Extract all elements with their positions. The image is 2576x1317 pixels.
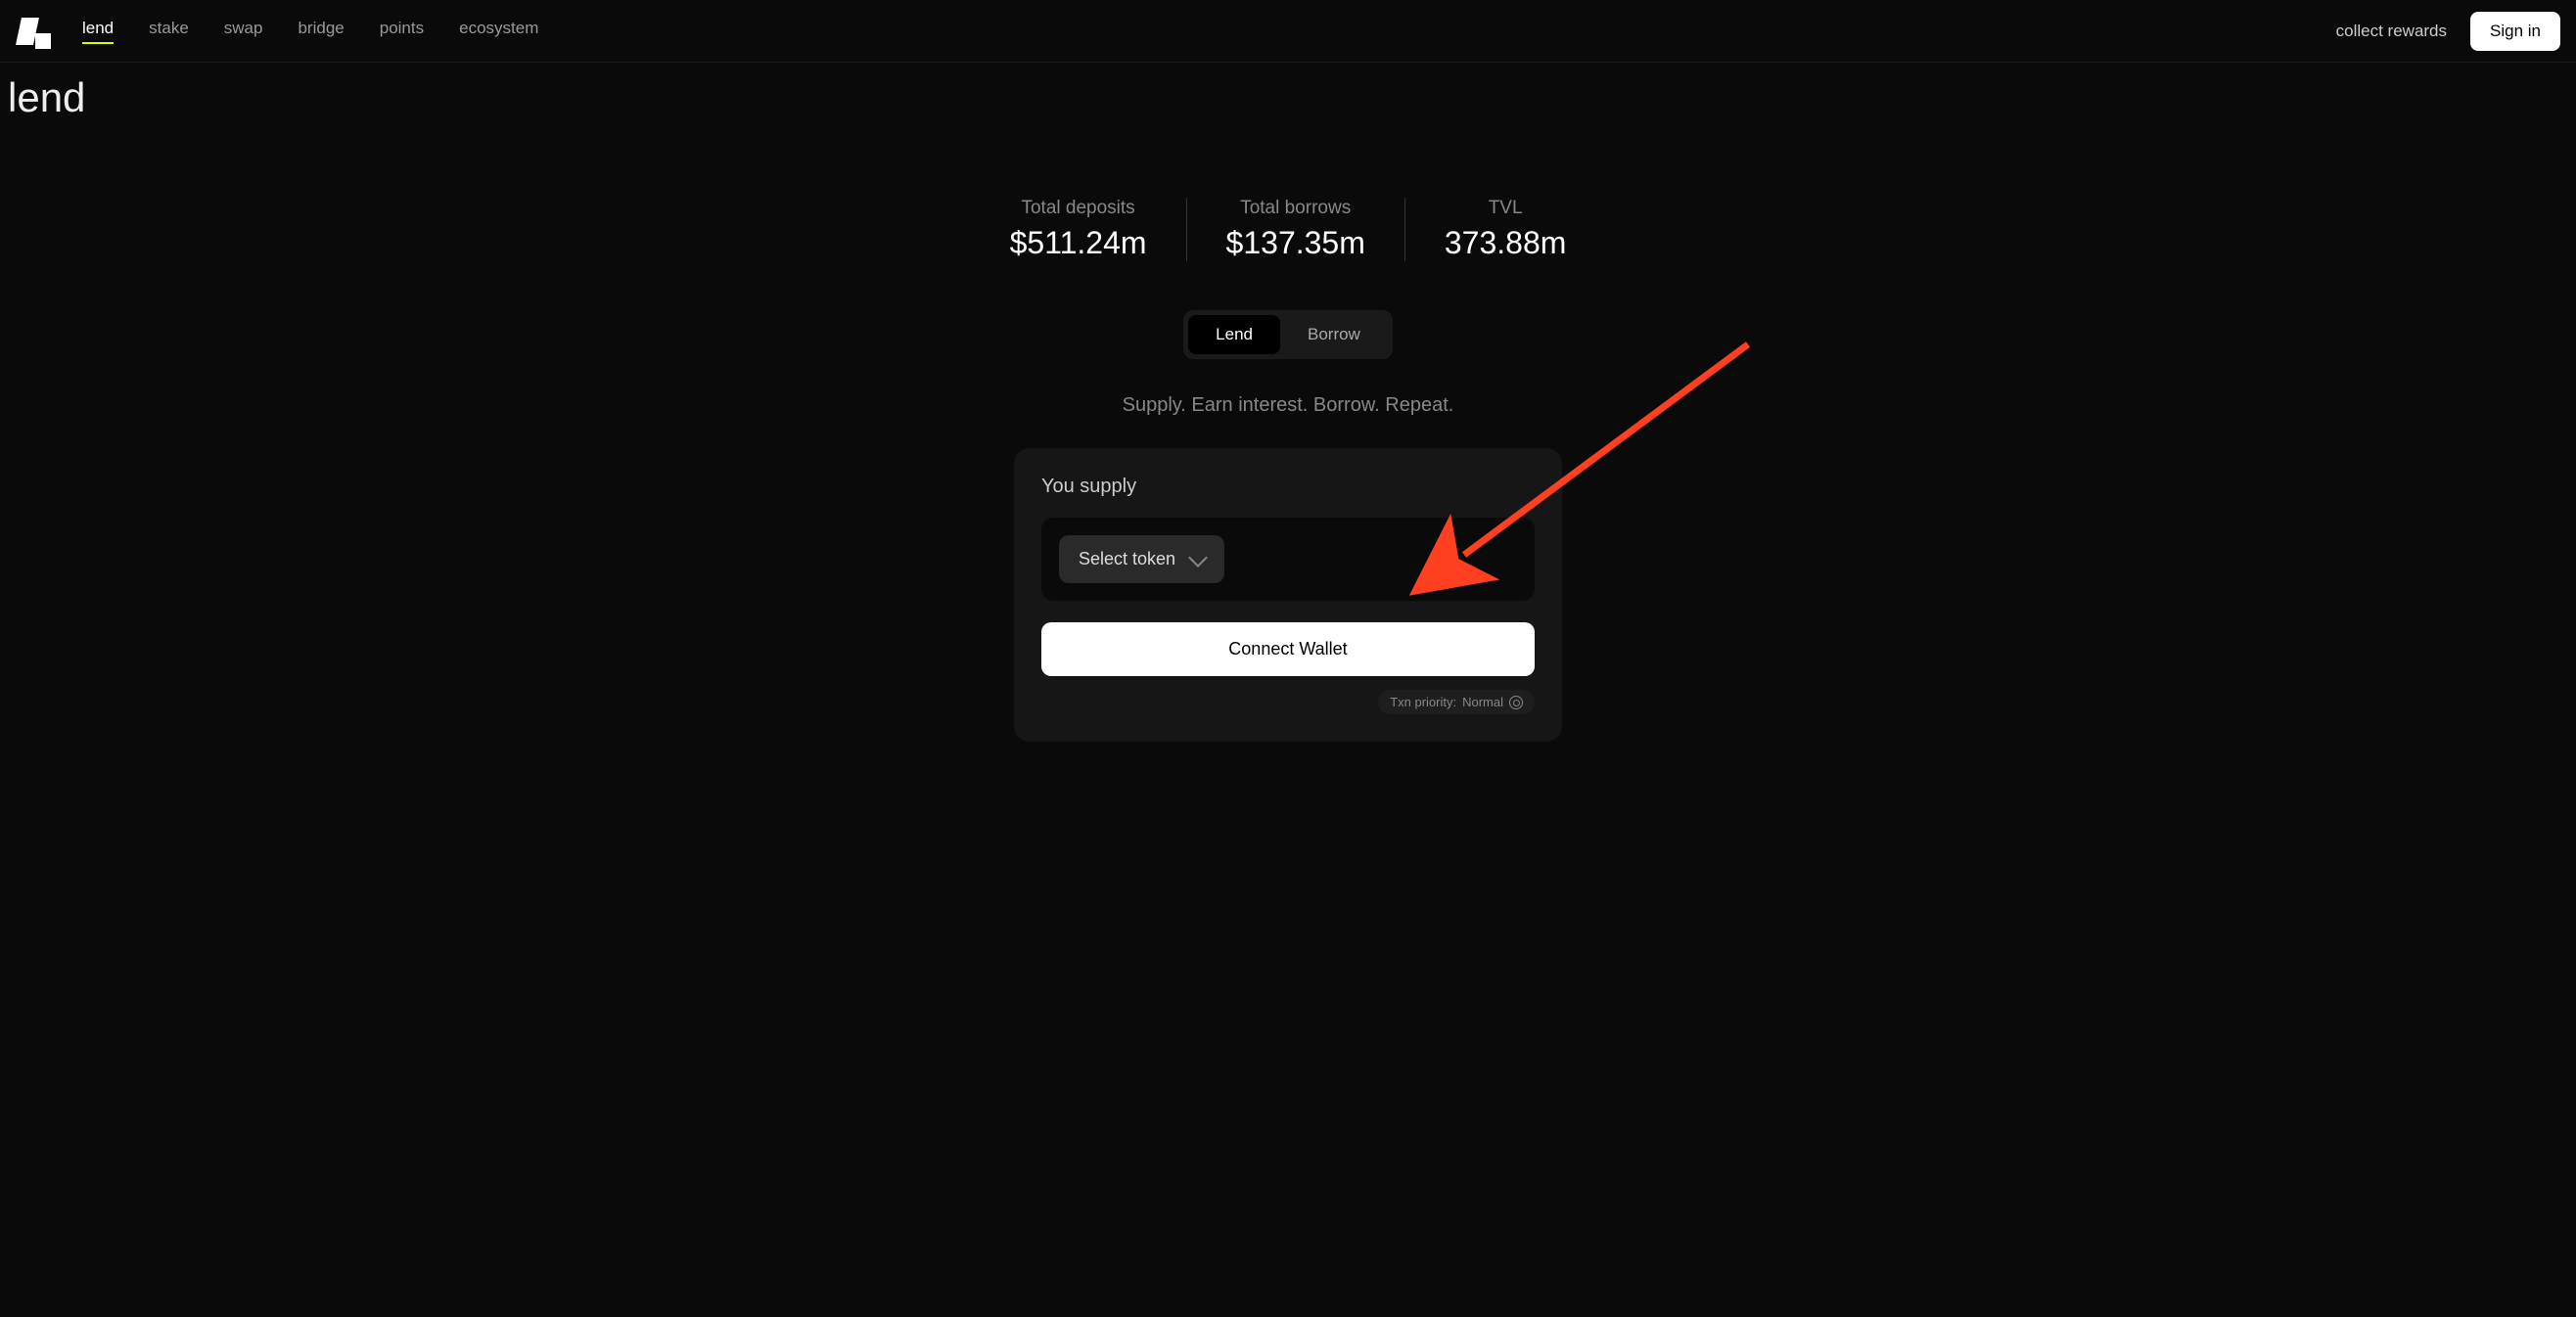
txn-priority-button[interactable]: Txn priority: Normal <box>1378 690 1535 714</box>
supply-label: You supply <box>1041 476 1535 498</box>
nav-item-points[interactable]: points <box>380 19 424 44</box>
header-right: collect rewards Sign in <box>2336 12 2560 51</box>
chevron-down-icon <box>1188 548 1208 568</box>
stat-value: $137.35m <box>1226 225 1365 261</box>
main-content: Total deposits $511.24m Total borrows $1… <box>0 139 2576 742</box>
txn-priority-label: Txn priority: <box>1390 695 1456 709</box>
nav-item-ecosystem[interactable]: ecosystem <box>459 19 538 44</box>
sign-in-button[interactable]: Sign in <box>2470 12 2560 51</box>
select-token-label: Select token <box>1079 549 1175 569</box>
stat-label: Total borrows <box>1226 198 1365 219</box>
token-input-area[interactable]: Select token <box>1041 518 1535 601</box>
nav-item-stake[interactable]: stake <box>149 19 189 44</box>
stat-value: 373.88m <box>1445 225 1567 261</box>
page-title: lend <box>0 63 2576 139</box>
lend-borrow-tabs: Lend Borrow <box>1183 310 1393 359</box>
stat-tvl: TVL 373.88m <box>1405 198 1606 261</box>
nav-item-swap[interactable]: swap <box>224 19 263 44</box>
stat-value: $511.24m <box>1010 225 1147 261</box>
nav-item-lend[interactable]: lend <box>82 19 114 44</box>
header: lend stake swap bridge points ecosystem … <box>0 0 2576 63</box>
gear-icon <box>1509 696 1523 709</box>
nav-item-bridge[interactable]: bridge <box>298 19 344 44</box>
select-token-button[interactable]: Select token <box>1059 535 1224 583</box>
stat-total-borrows: Total borrows $137.35m <box>1187 198 1405 261</box>
txn-priority-row: Txn priority: Normal <box>1041 690 1535 714</box>
supply-card: You supply Select token Connect Wallet T… <box>1014 448 1562 742</box>
txn-priority-value: Normal <box>1462 695 1503 709</box>
stat-total-deposits: Total deposits $511.24m <box>971 198 1187 261</box>
logo-icon[interactable] <box>16 14 51 49</box>
stat-label: TVL <box>1445 198 1567 219</box>
tagline: Supply. Earn interest. Borrow. Repeat. <box>1123 394 1454 417</box>
stat-label: Total deposits <box>1010 198 1147 219</box>
tab-lend[interactable]: Lend <box>1188 315 1280 354</box>
main-nav: lend stake swap bridge points ecosystem <box>82 19 2336 44</box>
connect-wallet-button[interactable]: Connect Wallet <box>1041 622 1535 676</box>
tab-borrow[interactable]: Borrow <box>1280 315 1388 354</box>
stats-row: Total deposits $511.24m Total borrows $1… <box>971 198 1606 261</box>
collect-rewards-link[interactable]: collect rewards <box>2336 22 2447 41</box>
